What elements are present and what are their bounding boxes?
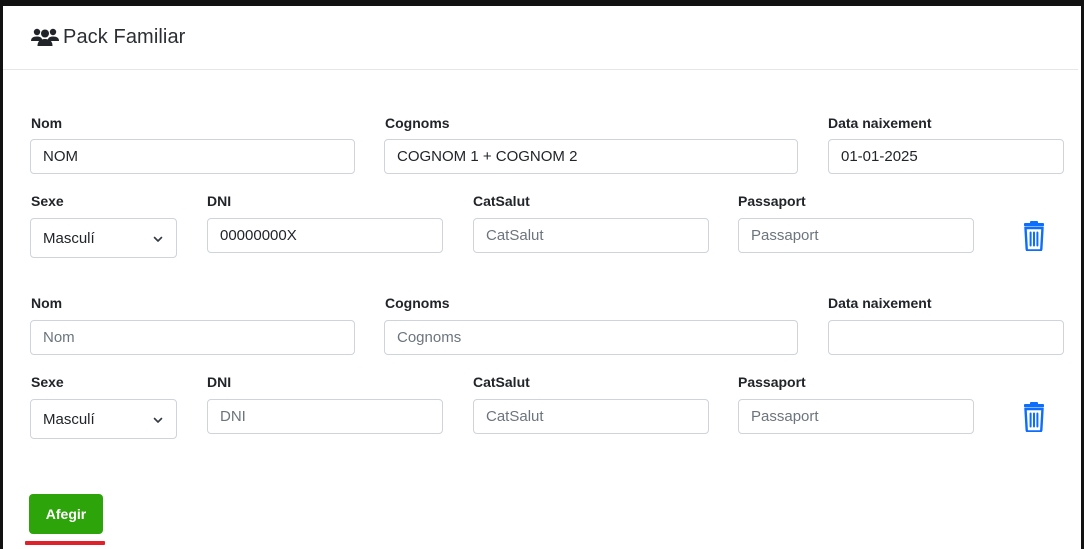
- users-icon: [30, 27, 60, 49]
- label-cognoms: Cognoms: [385, 115, 450, 131]
- label-cognoms: Cognoms: [385, 295, 450, 311]
- dni-field[interactable]: [207, 218, 443, 253]
- label-data-naixement: Data naixement: [828, 295, 932, 311]
- trash-icon[interactable]: [1021, 221, 1047, 252]
- label-dni: DNI: [207, 374, 232, 390]
- catsalut-field[interactable]: [473, 218, 709, 253]
- card-header: Pack Familiar: [3, 6, 1078, 70]
- label-sexe: Sexe: [31, 374, 64, 390]
- label-nom: Nom: [31, 115, 63, 131]
- chevron-down-icon: [152, 413, 164, 425]
- catsalut-field[interactable]: [473, 399, 709, 434]
- sexe-select[interactable]: Masculí: [30, 399, 177, 439]
- label-data-naixement: Data naixement: [828, 115, 932, 131]
- dni-field[interactable]: [207, 399, 443, 434]
- cognoms-field[interactable]: [384, 139, 798, 174]
- label-passaport: Passaport: [738, 193, 806, 209]
- trash-icon[interactable]: [1021, 402, 1047, 433]
- data-naixement-field[interactable]: [828, 139, 1064, 174]
- passaport-field[interactable]: [738, 399, 974, 434]
- label-dni: DNI: [207, 193, 232, 209]
- label-sexe: Sexe: [31, 193, 64, 209]
- label-nom: Nom: [31, 295, 63, 311]
- sexe-select-value: Masculí: [43, 229, 95, 247]
- annotation-underline: [25, 541, 105, 545]
- nom-field[interactable]: [30, 320, 355, 355]
- add-button[interactable]: Afegir: [29, 494, 103, 534]
- page-frame: [0, 0, 1084, 549]
- label-passaport: Passaport: [738, 374, 806, 390]
- label-catsalut: CatSalut: [473, 374, 530, 390]
- page-title: Pack Familiar: [63, 26, 186, 48]
- nom-field[interactable]: [30, 139, 355, 174]
- label-catsalut: CatSalut: [473, 193, 530, 209]
- sexe-select-value: Masculí: [43, 410, 95, 428]
- chevron-down-icon: [152, 232, 164, 244]
- data-naixement-field[interactable]: [828, 320, 1064, 355]
- sexe-select[interactable]: Masculí: [30, 218, 177, 258]
- passaport-field[interactable]: [738, 218, 974, 253]
- cognoms-field[interactable]: [384, 320, 798, 355]
